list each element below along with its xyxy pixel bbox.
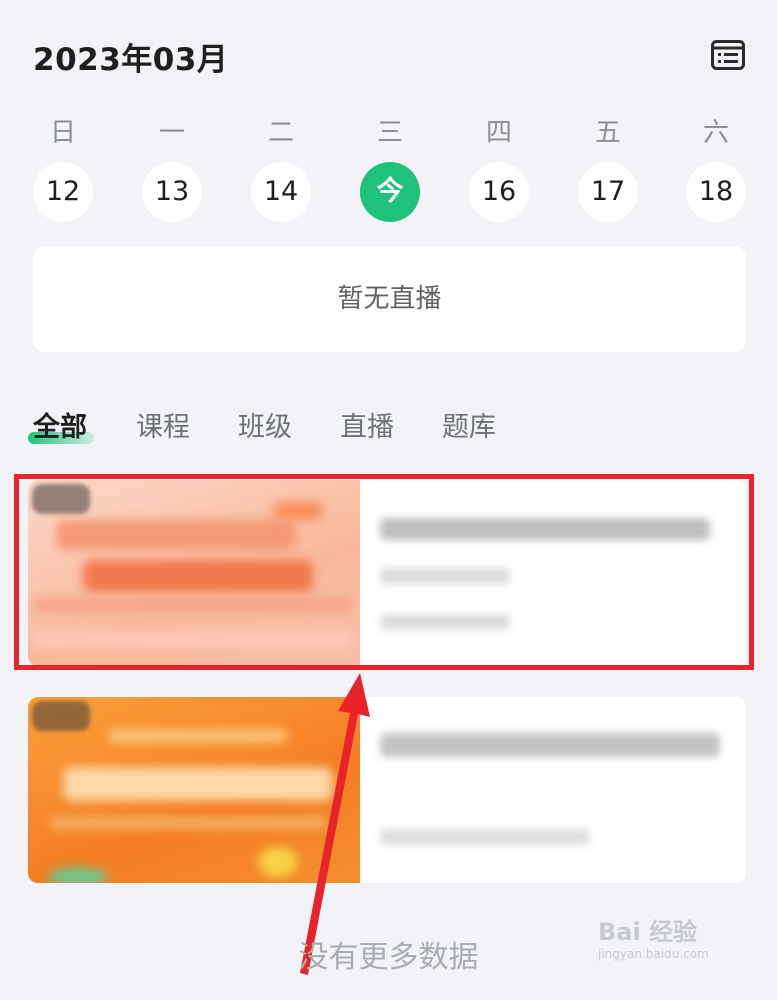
list-icon[interactable]: [711, 40, 745, 70]
weekday-sun: 日: [49, 118, 76, 148]
weekday-tue: 二: [267, 118, 294, 148]
day-16[interactable]: 16: [469, 162, 529, 222]
tab-courses[interactable]: 课程: [136, 405, 190, 444]
weekday-mon: 一: [158, 118, 185, 148]
weekday-fri: 五: [594, 118, 621, 148]
day-17[interactable]: 17: [578, 162, 638, 222]
weekday-wed: 三: [376, 118, 403, 148]
weekday-thu: 四: [485, 118, 512, 148]
live-empty-text: 暂无直播: [337, 284, 442, 314]
weekday-sat: 六: [702, 118, 729, 148]
tab-classes[interactable]: 班级: [238, 405, 292, 444]
thumbnail-badge: [32, 701, 90, 731]
watermark-brand: Bai 经验: [598, 918, 698, 946]
day-13[interactable]: 13: [142, 162, 202, 222]
tab-live[interactable]: 直播: [340, 405, 394, 444]
watermark-url: jingyan.baidu.com: [598, 947, 709, 961]
tab-question-bank[interactable]: 题库: [442, 405, 496, 444]
baidu-jingyan-watermark: Bai 经验 jingyan.baidu.com: [598, 912, 709, 961]
day-today[interactable]: 今: [360, 162, 420, 222]
day-14[interactable]: 14: [251, 162, 311, 222]
day-18[interactable]: 18: [686, 162, 746, 222]
month-title: 2023年03月: [33, 42, 229, 78]
tab-all[interactable]: 全部: [33, 405, 87, 444]
day-12[interactable]: 12: [33, 162, 93, 222]
highlight-box: [14, 474, 754, 670]
live-empty-card: 暂无直播: [33, 246, 746, 352]
